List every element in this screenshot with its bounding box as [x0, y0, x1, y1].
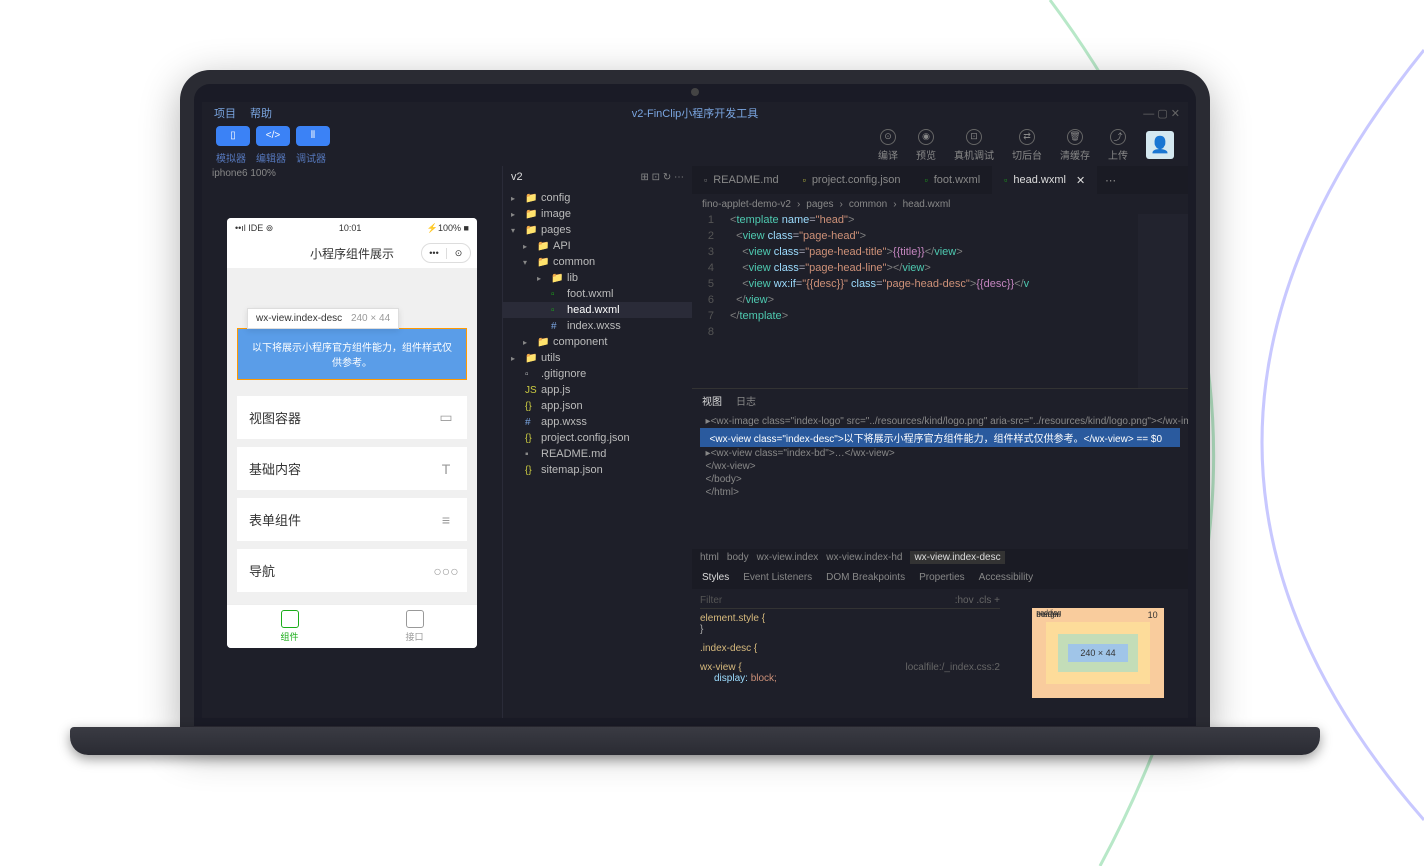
toggle-debugger[interactable]: ⫴ [296, 126, 330, 146]
ide-window: 项目 帮助 v2-FinClip小程序开发工具 — ▢ ✕ ▯ </> ⫴ 模拟… [202, 102, 1188, 718]
app-header: 小程序组件展示 ••• ⊙ [227, 238, 477, 268]
devtools-tab[interactable]: Properties [919, 572, 965, 583]
box-model: margin10 border padding 240 × 44 [1008, 589, 1188, 719]
explorer-actions[interactable]: ⊞ ⊡ ↻ ⋯ [641, 172, 684, 183]
tree-item[interactable]: ▫foot.wxml [503, 286, 692, 302]
inspector-tabs: 视图 日志 [692, 389, 1188, 411]
window-controls[interactable]: — ▢ ✕ [1143, 107, 1180, 120]
tree-item[interactable]: ▸📁config [503, 190, 692, 206]
tab-view[interactable]: 视图 [702, 393, 722, 408]
capsule-menu[interactable]: ••• ⊙ [421, 243, 471, 263]
menu-project[interactable]: 项目 [214, 105, 236, 121]
tree-item[interactable]: {}sitemap.json [503, 462, 692, 478]
phone-preview: ••ıl IDE ⊚ 10:01 ⚡100% ■ 小程序组件展示 ••• ⊙ w… [227, 218, 477, 648]
menubar: 项目 帮助 v2-FinClip小程序开发工具 — ▢ ✕ [202, 102, 1188, 124]
highlighted-element[interactable]: 以下将展示小程序官方组件能力，组件样式仅供参考。 [237, 328, 467, 380]
filter-input[interactable]: Filter [700, 595, 722, 606]
label-editor: 编辑器 [256, 150, 286, 165]
dom-tree[interactable]: ▸<wx-image class="index-logo" src="../re… [692, 411, 1188, 549]
camera-notch [691, 88, 699, 96]
tree-item[interactable]: {}app.json [503, 398, 692, 414]
user-avatar[interactable]: 👤 [1146, 131, 1174, 159]
component-card[interactable]: 视图容器▭ [237, 396, 467, 439]
devtools-tab[interactable]: Styles [702, 572, 729, 583]
toggle-simulator[interactable]: ▯ [216, 126, 250, 146]
tree-item[interactable]: ▸📁image [503, 206, 692, 222]
dom-breadcrumb: html body wx-view.index wx-view.index-hd wx-… [692, 549, 1188, 567]
devtools-tab[interactable]: Event Listeners [743, 572, 812, 583]
devtools-tab[interactable]: DOM Breakpoints [826, 572, 905, 583]
styles-panel[interactable]: Filter :hov .cls + element.style {}.inde… [692, 589, 1008, 719]
toggle-editor[interactable]: </> [256, 126, 290, 146]
dom-crumb[interactable]: wx-view.index [757, 552, 819, 563]
tree-item[interactable]: ▫.gitignore [503, 366, 692, 382]
laptop-base [70, 727, 1320, 755]
main-area: iphone6 100% ••ıl IDE ⊚ 10:01 ⚡100% ■ 小程… [202, 166, 1188, 718]
inspector-panel: 视图 日志 ▸<wx-image class="index-logo" src=… [692, 388, 1188, 718]
label-simulator: 模拟器 [216, 150, 246, 165]
dom-crumb[interactable]: body [727, 552, 749, 563]
element-tooltip: wx-view.index-desc 240 × 44 [247, 308, 399, 329]
tree-item[interactable]: #index.wxss [503, 318, 692, 334]
editor-tab[interactable]: ▫project.config.json [791, 166, 913, 194]
devtools-tab[interactable]: Accessibility [979, 572, 1033, 583]
action-清缓存[interactable]: 🗑清缓存 [1060, 129, 1090, 162]
tree-item[interactable]: ▾📁pages [503, 222, 692, 238]
tree-item[interactable]: ▸📁utils [503, 350, 692, 366]
editor-tab[interactable]: ▫README.md [692, 166, 791, 194]
simulator-panel: iphone6 100% ••ıl IDE ⊚ 10:01 ⚡100% ■ 小程… [202, 166, 502, 718]
phone-status-bar: ••ıl IDE ⊚ 10:01 ⚡100% ■ [227, 218, 477, 238]
minimap[interactable] [1138, 214, 1188, 388]
editor-tab[interactable]: ▫foot.wxml [912, 166, 992, 194]
dom-crumb[interactable]: html [700, 552, 719, 563]
breadcrumbs: fino-applet-demo-v2 › pages › common › h… [692, 194, 1188, 214]
action-预览[interactable]: ◉预览 [916, 129, 936, 162]
phone-tabbar: 组件接口 [227, 604, 477, 648]
action-上传[interactable]: ⤴上传 [1108, 129, 1128, 162]
devtools-tabs: Styles Event Listeners DOM Breakpoints Prop… [692, 567, 1188, 589]
action-编译[interactable]: ⊙编译 [878, 129, 898, 162]
tree-item[interactable]: ▸📁lib [503, 270, 692, 286]
file-explorer: v2 ⊞ ⊡ ↻ ⋯ ▸📁config▸📁image▾📁pages▸📁API▾📁… [502, 166, 692, 718]
tree-item[interactable]: ▪README.md [503, 446, 692, 462]
tree-item[interactable]: ▸📁API [503, 238, 692, 254]
tree-item[interactable]: #app.wxss [503, 414, 692, 430]
app-body: wx-view.index-desc 240 × 44 以下将展示小程序官方组件… [227, 268, 477, 604]
toolbar: ▯ </> ⫴ 模拟器 编辑器 调试器 ⊙编译 ◉预览 ⊡真机调试 ⇄切后台 🗑清缓存 ⤴… [202, 124, 1188, 166]
dom-crumb[interactable]: wx-view.index-hd [826, 552, 902, 563]
window-title: v2-FinClip小程序开发工具 [632, 105, 759, 121]
component-card[interactable]: 表单组件≡ [237, 498, 467, 541]
component-card[interactable]: 基础内容T [237, 447, 467, 490]
editor-tabs: ▫README.md▫project.config.json▫foot.wxml… [692, 166, 1188, 194]
menu-help[interactable]: 帮助 [250, 105, 272, 121]
tree-item[interactable]: JSapp.js [503, 382, 692, 398]
code-editor: ▫README.md▫project.config.json▫foot.wxml… [692, 166, 1188, 718]
view-toggles: ▯ </> ⫴ [216, 126, 330, 146]
file-tree: ▸📁config▸📁image▾📁pages▸📁API▾📁common▸📁lib… [503, 188, 692, 718]
action-切后台[interactable]: ⇄切后台 [1012, 129, 1042, 162]
tab-接口[interactable]: 接口 [352, 605, 477, 648]
tree-item[interactable]: {}project.config.json [503, 430, 692, 446]
code-view[interactable]: 12345678 <template name="head"> <view cl… [692, 214, 1188, 388]
laptop-frame: 项目 帮助 v2-FinClip小程序开发工具 — ▢ ✕ ▯ </> ⫴ 模拟… [160, 70, 1230, 790]
dom-crumb[interactable]: wx-view.index-desc [910, 551, 1004, 564]
tree-item[interactable]: ▫head.wxml [503, 302, 692, 318]
explorer-root: v2 [511, 171, 523, 183]
tab-组件[interactable]: 组件 [227, 605, 352, 648]
toolbar-actions: ⊙编译 ◉预览 ⊡真机调试 ⇄切后台 🗑清缓存 ⤴上传 👤 [878, 129, 1174, 162]
tree-item[interactable]: ▾📁common [503, 254, 692, 270]
tab-log[interactable]: 日志 [736, 393, 756, 408]
filter-controls[interactable]: :hov .cls + [955, 595, 1000, 606]
label-debugger: 调试器 [296, 150, 326, 165]
tree-item[interactable]: ▸📁component [503, 334, 692, 350]
action-真机调试[interactable]: ⊡真机调试 [954, 129, 994, 162]
editor-tab[interactable]: ▫head.wxml✕ [992, 166, 1097, 194]
tab-overflow[interactable]: ⋯ [1097, 174, 1124, 187]
component-card[interactable]: 导航○○○ [237, 549, 467, 592]
device-info: iphone6 100% [202, 166, 502, 188]
